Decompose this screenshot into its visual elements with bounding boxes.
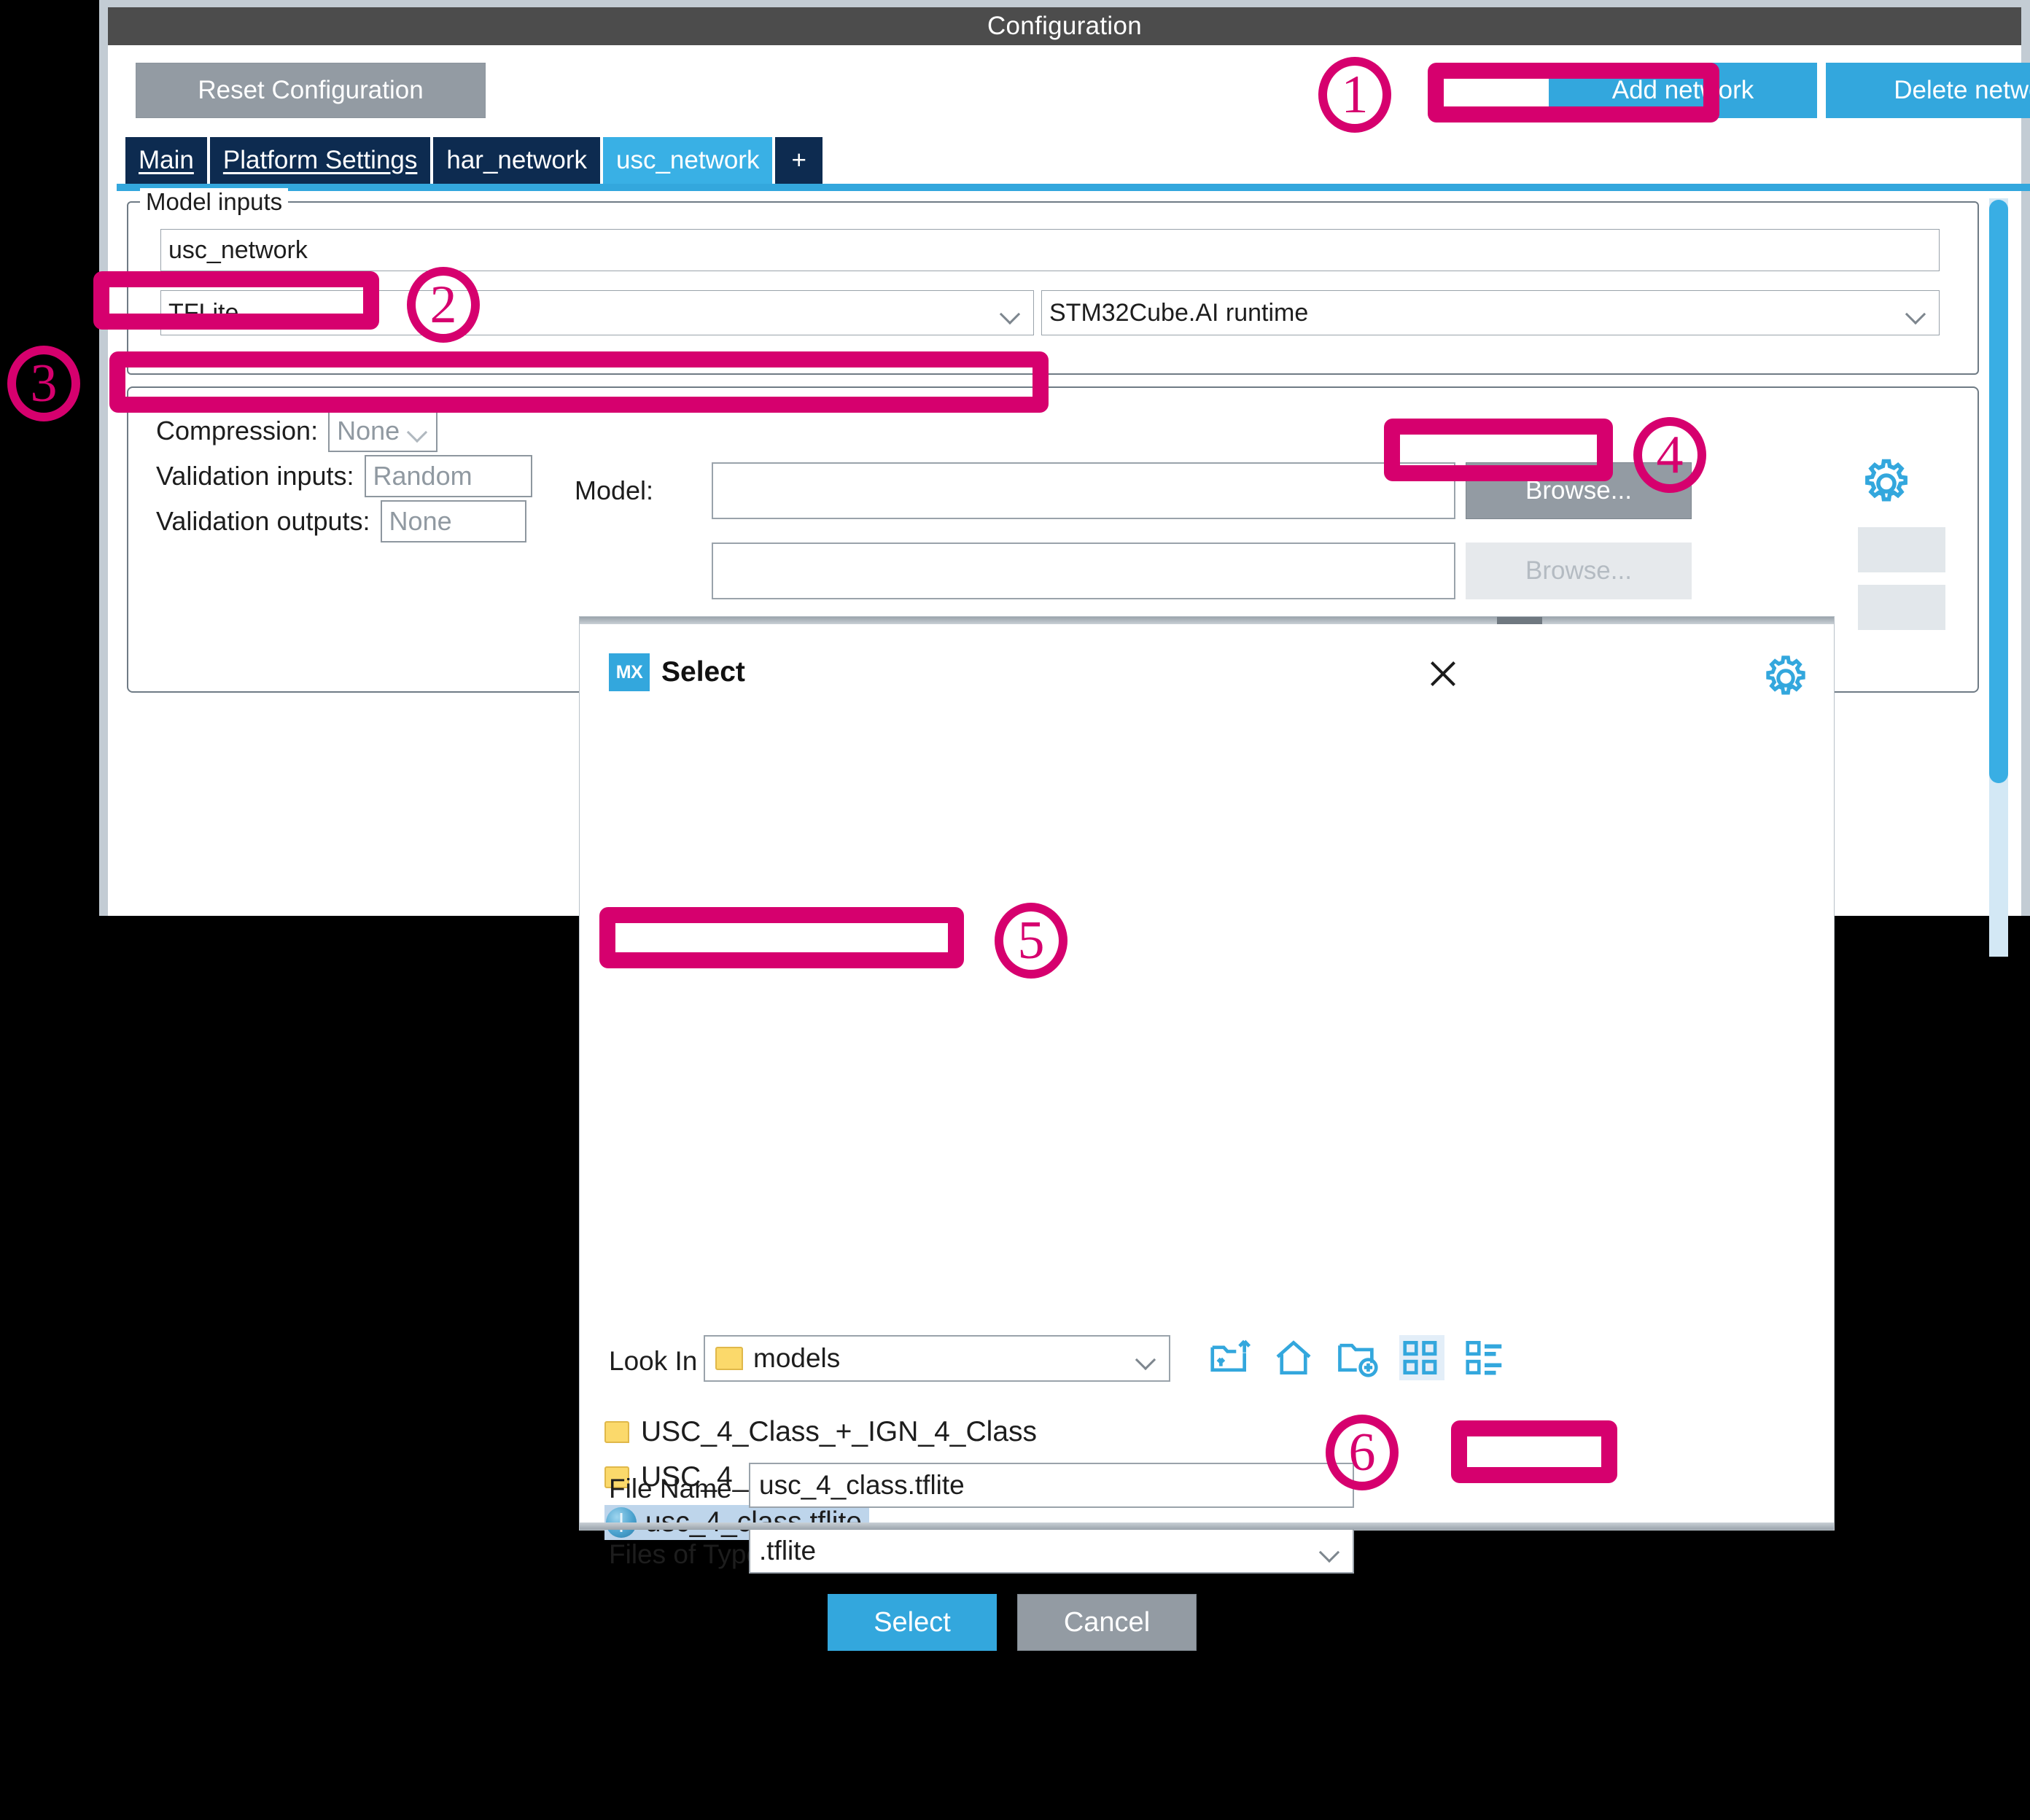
runtime-select[interactable]: STM32Cube.AI runtime [1041, 290, 1940, 335]
validation-outputs-select[interactable]: None [380, 500, 526, 542]
folder-up-icon[interactable] [1207, 1335, 1252, 1380]
validation-outputs-value: None [389, 506, 452, 536]
validation-inputs-row: Validation inputs: Random [156, 455, 532, 497]
delete-network-label: Delete network [1894, 76, 2030, 104]
list-view-icon[interactable] [1462, 1335, 1507, 1380]
tab-har-network-label: har_network [446, 146, 587, 174]
annotation-marker-6: 6 [1326, 1415, 1399, 1490]
tab-usc-network-label: usc_network [615, 146, 760, 174]
close-icon[interactable] [1424, 655, 1462, 693]
dialog-top-border [580, 617, 1834, 624]
model-format-value: TFLite [168, 298, 239, 327]
gear-icon[interactable] [1759, 652, 1812, 704]
annotation-marker-5: 5 [995, 903, 1068, 979]
placeholder-field-2 [1858, 585, 1945, 630]
tab-strip: Main Platform Settings har_network usc_n… [125, 137, 825, 184]
tab-add-new-label: + [791, 146, 806, 174]
network-name-input[interactable]: usc_network [160, 229, 1940, 271]
network-name-value: usc_network [168, 236, 308, 264]
compression-value: None [337, 416, 400, 446]
tab-platform-settings-label: Platform Settings [222, 146, 418, 174]
model-inputs-content: usc_network TFLite STM32Cube.AI runtime [127, 201, 1979, 375]
list-item[interactable]: USC_4_Class_+_IGN_4_Class [604, 1412, 1037, 1452]
delete-network-button[interactable]: Delete network [1826, 63, 2030, 118]
reset-configuration-label: Reset Configuration [198, 76, 424, 104]
chevron-down-icon [1138, 1353, 1157, 1364]
app-badge-icon: MX [609, 653, 650, 691]
chevron-down-icon [1322, 1545, 1341, 1557]
validation-inputs-select[interactable]: Random [364, 455, 532, 497]
file-name-value: usc_4_class.tflite [759, 1470, 965, 1500]
annotation-marker-4: 4 [1633, 417, 1706, 493]
gear-icon[interactable] [1858, 455, 1915, 512]
tab-strip-underline [117, 184, 2030, 191]
add-network-button[interactable]: Add network [1549, 63, 1817, 118]
annotation-marker-2: 2 [407, 267, 480, 343]
file-name-input[interactable]: usc_4_class.tflite [749, 1463, 1354, 1508]
dialog-bottom-border [580, 1522, 1834, 1530]
new-folder-icon[interactable] [1335, 1335, 1380, 1380]
look-in-label: Look In [609, 1346, 698, 1376]
validation-inputs-label: Validation inputs: [156, 461, 354, 491]
select-button-label: Select [874, 1606, 951, 1638]
tab-main-label: Main [139, 146, 194, 174]
cancel-button-label: Cancel [1063, 1606, 1151, 1638]
cancel-button[interactable]: Cancel [1017, 1594, 1197, 1651]
validation-inputs-value: Random [373, 461, 472, 491]
dialog-drag-grip[interactable] [1497, 617, 1542, 624]
tab-platform-settings[interactable]: Platform Settings [209, 137, 431, 184]
validation-outputs-row: Validation outputs: None [156, 500, 526, 542]
files-of-types-value: .tflite [759, 1536, 817, 1566]
grid-view-icon[interactable] [1399, 1335, 1444, 1380]
annotation-marker-3: 3 [7, 346, 80, 421]
compression-label: Compression: [156, 416, 319, 446]
compression-row: Compression: None [156, 410, 438, 452]
folder-icon [604, 1421, 629, 1443]
app-badge-label: MX [615, 661, 643, 682]
chevron-down-icon [1908, 307, 1927, 319]
folder-icon [715, 1347, 743, 1370]
compression-select[interactable]: None [328, 410, 438, 452]
vertical-scrollbar-thumb[interactable] [1989, 200, 2008, 783]
dialog-title: Select [661, 656, 745, 688]
select-file-dialog: MX Select Look In models USC_4_Class_+_I… [580, 617, 1834, 1651]
tab-main[interactable]: Main [125, 137, 207, 184]
look-in-value: models [753, 1343, 841, 1373]
file-name-label: File Name [609, 1474, 732, 1504]
files-of-types-select[interactable]: .tflite [749, 1528, 1354, 1574]
placeholder-field-1 [1858, 527, 1945, 572]
configuration-title-bar: Configuration [108, 7, 2021, 45]
annotation-marker-1: 1 [1318, 57, 1391, 133]
model-format-select[interactable]: TFLite [160, 290, 1034, 335]
tab-add-new[interactable]: + [775, 137, 822, 184]
look-in-select[interactable]: models [704, 1335, 1170, 1382]
page-title: Configuration [987, 12, 1143, 40]
runtime-value: STM32Cube.AI runtime [1049, 298, 1309, 327]
chevron-down-icon [410, 425, 429, 437]
tab-har-network[interactable]: har_network [433, 137, 600, 184]
select-button[interactable]: Select [828, 1594, 997, 1651]
reset-configuration-button[interactable]: Reset Configuration [136, 63, 486, 118]
chevron-down-icon [1003, 307, 1022, 319]
validation-outputs-label: Validation outputs: [156, 506, 370, 536]
list-item-label: USC_4_Class_+_IGN_4_Class [641, 1416, 1038, 1447]
home-icon[interactable] [1271, 1335, 1316, 1380]
tab-usc-network[interactable]: usc_network [602, 137, 773, 184]
add-network-label: Add network [1611, 76, 1754, 104]
